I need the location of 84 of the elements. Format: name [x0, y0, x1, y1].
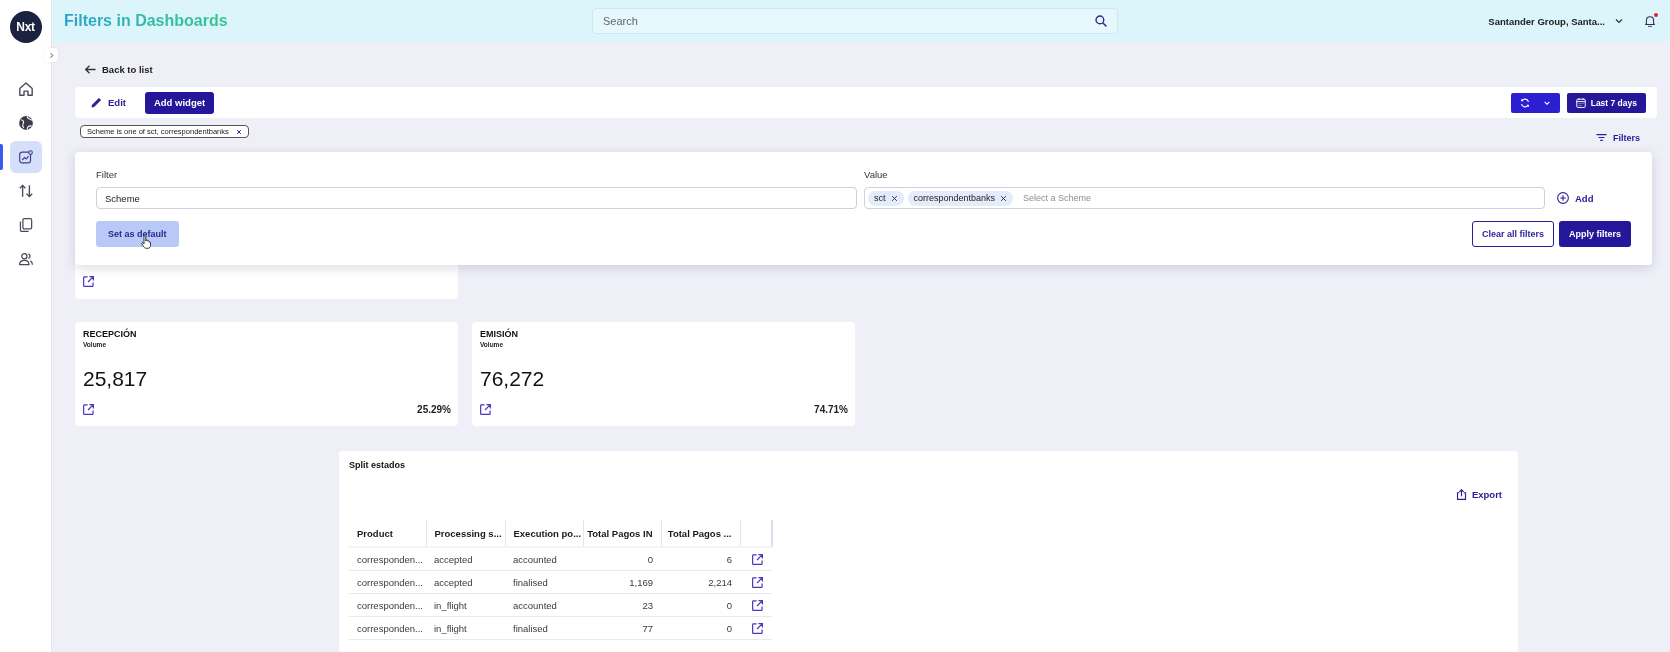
refresh-button[interactable]	[1510, 92, 1560, 113]
table-cell: corresponden...	[357, 576, 423, 588]
table-cell: corresponden...	[357, 622, 423, 634]
value-chip[interactable]: correspondentbanks	[907, 190, 1014, 206]
add-filter-button[interactable]: Add	[1557, 192, 1631, 204]
edit-button[interactable]: Edit	[91, 91, 138, 114]
people-icon	[18, 252, 33, 266]
kpi-value: 76,272	[480, 366, 546, 392]
column-header[interactable]: Processing s...	[434, 527, 502, 539]
back-link[interactable]: Back to list	[85, 63, 153, 75]
table-cell: accepted	[434, 553, 473, 565]
table-cell: corresponden...	[357, 553, 423, 565]
globe-icon	[18, 116, 33, 130]
column-header[interactable]: Total Pagos ...	[667, 527, 732, 539]
notifications-button[interactable]	[1642, 13, 1658, 29]
export-button[interactable]: Export	[1455, 487, 1502, 501]
chevron-down-icon	[1614, 16, 1624, 26]
close-icon	[890, 194, 898, 202]
kpi-value: 25,817	[83, 366, 149, 392]
table-cell: 1,169	[629, 576, 653, 588]
value-field[interactable]: sct correspondentbanks Select a Scheme	[864, 187, 1545, 209]
arrow-left-icon	[85, 63, 96, 75]
up-down-arrows-icon	[18, 184, 33, 198]
table-cell: accounted	[513, 553, 557, 565]
hand-cursor-icon	[141, 235, 151, 249]
table-cell: 2,214	[708, 576, 732, 588]
value-chip[interactable]: sct	[868, 190, 904, 206]
share-percent: 74.71%	[814, 404, 848, 415]
sidebar-nav-button[interactable]	[9, 141, 42, 173]
plus-circle-icon	[1557, 192, 1569, 204]
close-icon	[235, 128, 242, 135]
search-field[interactable]: Search	[592, 8, 1118, 34]
table-cell: finalised	[513, 576, 548, 588]
table-cell: accounted	[513, 599, 557, 611]
date-range-button[interactable]: Last 7 days	[1566, 92, 1646, 113]
bell-icon	[1644, 15, 1656, 27]
column-header[interactable]: Product	[357, 527, 393, 539]
sidebar-toggle-button[interactable]	[44, 48, 58, 62]
external-link-icon[interactable]	[480, 404, 491, 415]
table-cell: 0	[726, 622, 732, 634]
clear-filters-button[interactable]: Clear all filters	[1471, 221, 1554, 247]
pencil-icon	[91, 97, 102, 108]
table-cell: finalised	[513, 622, 548, 634]
column-header[interactable]: Execution po...	[513, 527, 582, 539]
field-label: Value	[864, 169, 889, 181]
add-widget-button[interactable]: Add widget	[144, 91, 215, 114]
export-icon	[1455, 488, 1467, 500]
external-link-icon[interactable]	[752, 553, 763, 565]
field-label: Filter	[96, 169, 119, 181]
search-icon	[1095, 15, 1107, 27]
table-cell: 0	[647, 553, 653, 565]
external-link-icon[interactable]	[752, 622, 763, 634]
table-cell: 6	[726, 553, 732, 565]
external-link-icon[interactable]	[752, 576, 763, 588]
set-default-button[interactable]: Set as default	[96, 221, 179, 247]
calendar-icon	[1575, 97, 1586, 108]
filter-lines-icon	[1596, 132, 1607, 143]
filters-button[interactable]: Filters	[1596, 132, 1640, 143]
card-title: Split estados	[349, 459, 406, 471]
share-percent: 25.29%	[417, 404, 451, 415]
app-logo: Nxt	[9, 11, 42, 43]
table-cell: in_flight	[434, 622, 467, 634]
chevron-right-icon	[47, 51, 55, 59]
column-header[interactable]: Total Pagos IN	[587, 527, 653, 539]
home-icon	[18, 82, 33, 96]
table-cell: accepted	[434, 576, 473, 588]
external-link-icon[interactable]	[752, 599, 763, 611]
chart-icon	[18, 150, 33, 164]
documents-icon	[18, 218, 33, 232]
apply-filters-button[interactable]: Apply filters	[1559, 221, 1631, 247]
table-cell: 23	[642, 599, 653, 611]
refresh-icon	[1519, 97, 1530, 108]
table-cell: 0	[726, 599, 732, 611]
external-link-icon[interactable]	[83, 276, 94, 287]
page-title: Filters in Dashboards	[64, 12, 228, 29]
filter-field[interactable]: Scheme	[96, 187, 857, 209]
table-cell: in_flight	[434, 599, 467, 611]
card-title: RECEPCIÓN	[83, 328, 138, 340]
close-icon	[1000, 194, 1008, 202]
card-title: EMISIÓN	[480, 328, 519, 340]
external-link-icon[interactable]	[83, 404, 94, 415]
account-selector[interactable]: Santander Group, Santa...	[1488, 15, 1624, 27]
table-cell: corresponden...	[357, 599, 423, 611]
table-cell: 77	[642, 622, 653, 634]
